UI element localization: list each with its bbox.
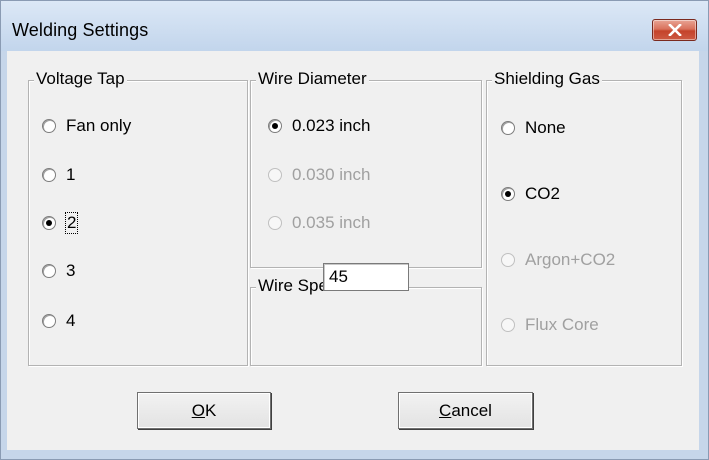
radio-circle <box>268 168 282 182</box>
radio-label: Flux Core <box>525 315 599 334</box>
radio-label: 4 <box>66 311 76 330</box>
shielding-gas-argon-co2-radio[interactable]: Argon+CO2 <box>501 250 615 270</box>
radio-label: None <box>525 118 566 137</box>
title-bar[interactable]: Welding Settings <box>1 1 708 51</box>
radio-label: Fan only <box>66 116 132 135</box>
cancel-button[interactable]: Cancel <box>398 392 533 429</box>
voltage-tap-2-radio[interactable]: 2 <box>42 212 79 234</box>
radio-label: 0.035 inch <box>292 213 371 232</box>
shielding-gas-none-radio[interactable]: None <box>501 118 566 138</box>
voltage-tap-fan-only-radio[interactable]: Fan only <box>42 116 131 136</box>
radio-label: 0.023 inch <box>292 116 371 135</box>
voltage-tap-4-radio[interactable]: 4 <box>42 311 75 331</box>
radio-label: 1 <box>66 165 76 184</box>
wire-diameter-0023-radio[interactable]: 0.023 inch <box>268 116 370 136</box>
wire-diameter-0035-radio[interactable]: 0.035 inch <box>268 213 370 233</box>
ok-button[interactable]: OK <box>137 392 271 429</box>
radio-label: CO2 <box>525 184 560 203</box>
radio-label: Argon+CO2 <box>525 250 616 269</box>
radio-circle <box>42 264 56 278</box>
wire-diameter-0030-radio[interactable]: 0.030 inch <box>268 165 370 185</box>
close-icon <box>667 24 682 36</box>
shielding-gas-co2-radio[interactable]: CO2 <box>501 184 560 204</box>
voltage-tap-1-radio[interactable]: 1 <box>42 165 75 185</box>
shielding-gas-flux-core-radio[interactable]: Flux Core <box>501 315 599 335</box>
shielding-gas-label: Shielding Gas <box>492 68 602 90</box>
cancel-button-label-rest: ancel <box>451 400 492 420</box>
radio-circle <box>501 187 515 201</box>
radio-circle <box>42 119 56 133</box>
radio-circle <box>42 314 56 328</box>
radio-circle <box>501 121 515 135</box>
voltage-tap-label: Voltage Tap <box>34 68 127 90</box>
radio-label: 3 <box>66 261 76 280</box>
radio-selected-dot <box>272 123 278 129</box>
window-title: Welding Settings <box>12 20 149 40</box>
close-button[interactable] <box>652 19 697 41</box>
radio-label: 0.030 inch <box>292 165 371 184</box>
radio-circle <box>42 168 56 182</box>
wire-diameter-label: Wire Diameter <box>256 68 369 90</box>
radio-circle <box>268 119 282 133</box>
radio-selected-dot <box>46 220 52 226</box>
wire-speed-input[interactable] <box>323 263 409 291</box>
radio-circle <box>501 318 515 332</box>
radio-circle <box>268 216 282 230</box>
wire-speed-group: Wire Speed <box>250 275 482 366</box>
radio-circle <box>501 253 515 267</box>
radio-label: 2 <box>64 212 79 234</box>
radio-selected-dot <box>505 191 511 197</box>
cancel-button-mnemonic: C <box>439 400 452 420</box>
radio-circle <box>42 216 56 230</box>
ok-button-mnemonic: O <box>191 400 205 420</box>
ok-button-label-rest: K <box>204 400 217 420</box>
voltage-tap-3-radio[interactable]: 3 <box>42 261 75 281</box>
